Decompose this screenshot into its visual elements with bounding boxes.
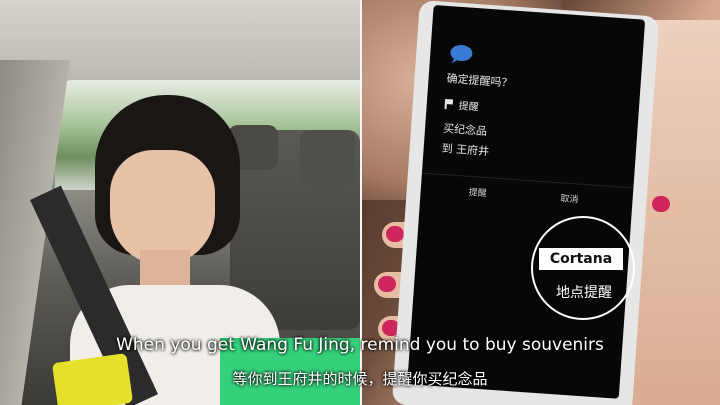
cortana-badge: Cortana 地点提醒 <box>531 216 635 326</box>
reminder-header-label: 提醒 <box>458 100 480 114</box>
video-frame: 确定提醒吗？ 提醒 买纪念品 到 王府井 提醒 取消 Cortana 地点提醒 … <box>0 0 720 405</box>
badge-subtitle: 地点提醒 <box>556 285 612 301</box>
remind-button[interactable]: 提醒 <box>468 185 487 199</box>
cancel-button[interactable]: 取消 <box>560 191 579 205</box>
reminder-item: 买纪念品 <box>442 121 488 138</box>
nail <box>378 276 396 292</box>
button-row: 提醒 取消 <box>419 172 634 223</box>
subtitle-chinese: 等你到王府井的时候，提醒你买纪念品 <box>232 370 488 388</box>
confirm-question: 确定提醒吗？ <box>446 72 513 90</box>
cortana-icon <box>450 44 473 64</box>
woman-face <box>110 150 215 265</box>
nail <box>386 226 404 242</box>
subtitle-english: When you get Wang Fu Jing, remind you to… <box>116 335 604 355</box>
reminder-header: 提醒 <box>444 96 479 113</box>
flag-icon <box>444 98 456 110</box>
reminder-location: 到 王府井 <box>441 141 490 159</box>
badge-title: Cortana <box>539 248 623 270</box>
headrest <box>300 130 355 185</box>
nail <box>652 196 670 212</box>
